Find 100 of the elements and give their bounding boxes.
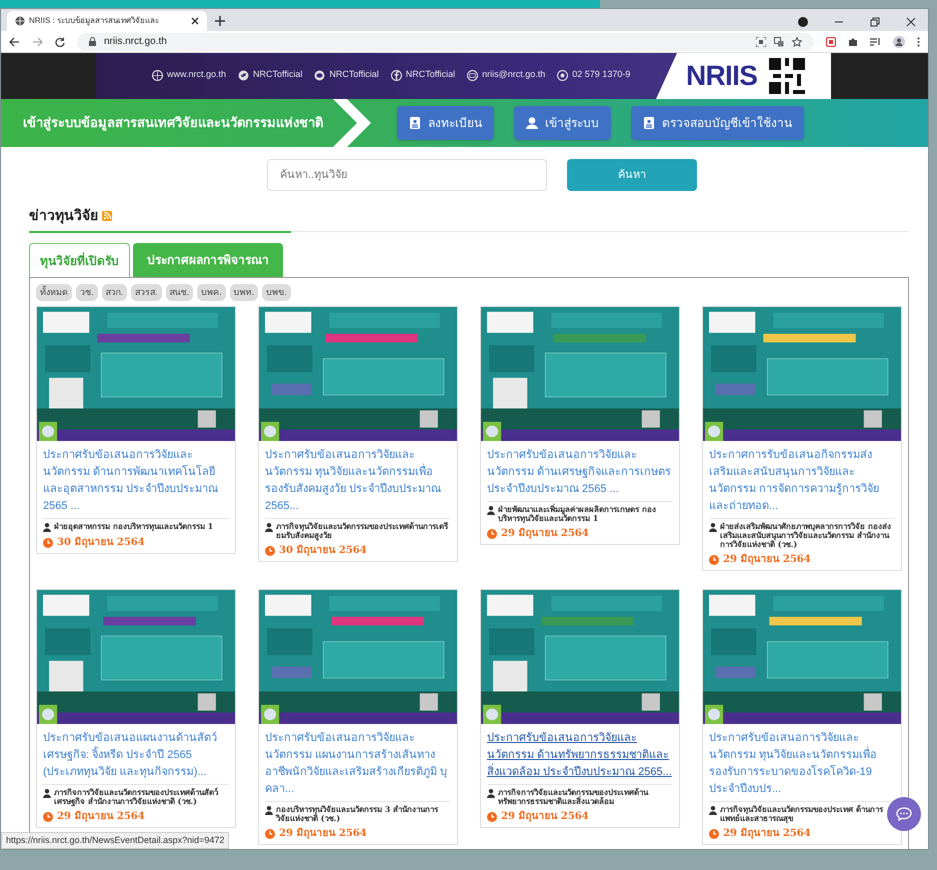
header-button[interactable]: ลงทะเบียน: [397, 106, 494, 140]
date-text: 29 มิถุนายน 2564: [723, 554, 811, 566]
mail-icon: [467, 70, 478, 80]
clock-icon: [43, 812, 53, 822]
id-card-icon: [643, 117, 655, 129]
close-window-icon[interactable]: [906, 17, 916, 27]
globe-icon: [152, 70, 163, 80]
news-title-link[interactable]: ประกาศรับข้อเสนอการวิจัยและนวัตกรรม ด้านเศรษฐกิจและการเกษตร ประจำปีงบประมาณ 2565 ...: [487, 447, 673, 498]
filter-chip[interactable]: บพค.: [197, 284, 226, 301]
news-card[interactable]: ประกาศรับข้อเสนอการวิจัยและนวัตกรรม ด้านการพัฒนาเทคโนโลยีและอุตสาหกรรม ประจำปีงบประมาณ 2565 ... ฝ่ายอุตสาหกรรม กองบริหารทุนและนวัตกรรม 1 30 มิถุนายน 2564: [36, 306, 236, 554]
organization-text: ภารกิจทุนวิจัยและนวัตกรรมของประเทศ ด้านการแพทย์และสาธารณสุข: [720, 805, 884, 823]
lock-icon: [89, 37, 96, 46]
filter-chip[interactable]: บพท.: [230, 284, 258, 301]
contact-text: 02 579 1370-9: [572, 68, 630, 82]
puzzle-icon[interactable]: [848, 36, 858, 46]
news-card[interactable]: ประกาศรับข้อเสนอการวิจัยและนวัตกรรม ทุนวิจัยและนวัตกรรมเพื่อรองรับสังคมสูงวัย ประจำปีงบประมาณ 2565... ภารกิจทุนวิจัยและนวัตกรรมของประเทศด้านการเตรียมรับสังคมสูงวัย 30 มิถุนายน 2564: [258, 306, 458, 562]
news-card[interactable]: ประกาศรับข้อเสนอการวิจัยและนวัตกรรม แผนงานการสร้างเส้นทางอาชีพนักวิจัยและเสริมสร้างเกียรติภูมิ บุคลา... กองบริหารทุนวิจัยและนวัตกรรม 3 สำนักงานการวิจัยแห่งชาติ (วช.) 29 มิถุนายน 2564: [258, 589, 458, 845]
news-title-link[interactable]: ประกาศรับข้อเสนอการวิจัยและนวัตกรรม ทุนวิจัยและนวัตกรรมเพื่อรองรับสังคมสูงวัย ประจำปีงบประมาณ 2565...: [265, 447, 451, 515]
profile-dot-icon[interactable]: [798, 17, 808, 27]
filter-chip[interactable]: สนช.: [166, 284, 194, 301]
status-url: https://nriis.nrct.go.th/NewsEventDetail.aspx?nid=9472: [1, 832, 230, 849]
news-title-link[interactable]: ประกาศการรับข้อเสนอกิจกรรมส่งเสริมและสนับสนุนการวิจัยและนวัตกรรม การจัดการความรู้การวิจัยและถ่ายทอด...: [709, 447, 895, 515]
bird-icon: [238, 70, 250, 80]
playlist-icon[interactable]: [870, 36, 881, 46]
translate-icon[interactable]: [774, 36, 784, 46]
star-icon[interactable]: [792, 36, 802, 46]
person-icon: [487, 506, 495, 515]
restore-icon[interactable]: [870, 17, 880, 27]
chevron-icon: [333, 99, 373, 147]
browser-tab[interactable]: NRIIS : ระบบข้อมูลสารสนเทศวิจัยและ: [7, 11, 207, 31]
close-icon[interactable]: [191, 17, 199, 25]
qr-code-icon: [769, 58, 806, 94]
contact-text: www.nrct.go.th: [167, 68, 226, 82]
person-icon: [43, 523, 51, 532]
shield-icon[interactable]: [826, 36, 836, 46]
filter-chip[interactable]: บพข.: [262, 284, 291, 301]
person-icon: [487, 789, 495, 798]
qr-scan-icon[interactable]: [756, 36, 766, 46]
contact-text: NRCTofficial: [329, 68, 379, 82]
date-text: 29 มิถุนายน 2564: [723, 828, 811, 840]
news-card[interactable]: [702, 306, 902, 571]
phone-icon: [557, 70, 568, 80]
news-title-link[interactable]: ประกาศรับข้อเสนอการวิจัยและนวัตกรรม ด้านทรัพยากรธรรมชาติและสิ่งแวดล้อม ประจำปีงบประมาณ 2565...: [487, 730, 673, 781]
chat-icon: [314, 70, 326, 80]
filter-chip[interactable]: สวรส.: [131, 284, 162, 301]
person-icon: [265, 523, 273, 532]
news-title-link[interactable]: ประกาศรับข้อเสนอการวิจัยและนวัตกรรม ทุนวิจัยและนวัตกรรมเพื่อรองรับการระบาดของโรคโควิด-19 ประจำปีงบปร...: [709, 730, 895, 798]
user-icon: [526, 117, 538, 129]
news-card[interactable]: ประกาศรับข้อเสนอการวิจัยและนวัตกรรม ด้านทรัพยากรธรรมชาติและสิ่งแวดล้อม ประจำปีงบประมาณ 2565... ภารกิจการวิจัยและนวัตกรรมของประเทศด้านทรัพยากรธรรมชาติและสิ่งแวดล้อม 29 มิถุนายน 2564: [480, 589, 680, 828]
filter-chip[interactable]: สวก.: [102, 284, 128, 301]
section-title: ข่าวทุนวิจัย: [29, 206, 98, 226]
menu-icon[interactable]: [917, 36, 920, 46]
organization-text: ภารกิจการวิจัยและนวัตกรรมของประเทศด้านทรัพยากรธรรมชาติและสิ่งแวดล้อม: [498, 788, 650, 806]
date-text: 30 มิถุนายน 2564: [57, 537, 145, 549]
url-text: nriis.nrct.go.th: [104, 35, 167, 49]
clock-icon: [709, 555, 719, 565]
chat-button[interactable]: [887, 797, 921, 831]
new-tab-icon[interactable]: [215, 16, 225, 26]
news-card[interactable]: ประกาศรับข้อเสนอการวิจัยและนวัตกรรม ทุนวิจัยและนวัตกรรมเพื่อรองรับการระบาดของโรคโควิด-19 ประจำปีงบปร... ภารกิจทุนวิจัยและนวัตกรรมของประเทศ ด้านการแพทย์และสาธารณสุข 29 มิถุนายน 2564: [702, 589, 902, 845]
chat-icon: [896, 807, 912, 821]
date-text: 29 มิถุนายน 2564: [279, 828, 367, 840]
news-card[interactable]: ประกาศรับข้อเสนอการวิจัยและนวัตกรรม ด้านเศรษฐกิจและการเกษตร ประจำปีงบประมาณ 2565 ... ฝ่ายพัฒนาและเพิ่มมูลค่าผลผลิตการเกษตร กองบริหารทุนวิจัยและนวัตกรรม 1 29 มิถุนายน 2564: [480, 306, 680, 545]
avatar-icon[interactable]: [893, 36, 905, 48]
filter-chip[interactable]: ทั้งหมด: [36, 284, 72, 301]
contact-text: NRCTofficial: [253, 68, 302, 82]
reload-icon[interactable]: [55, 36, 65, 46]
clock-icon: [43, 538, 53, 548]
clock-icon: [487, 812, 497, 822]
news-card[interactable]: ประกาศรับข้อเสนอแผนงานด้านสัตว์เศรษฐกิจ: จิ้งหรีด ประจำปี 2565 (ประเภททุนวิจัย และทุนกิจกรรม)... ภารกิจการวิจัยและนวัตกรรมของประเทศด้านสัตว์เศรษฐกิจ สำนักงานการวิจัยแห่งชาติ (วช.) 29 มิถุนายน 2564: [36, 589, 236, 828]
news-title-link[interactable]: ประกาศรับข้อเสนอการวิจัยและนวัตกรรม ด้านการพัฒนาเทคโนโลยีและอุตสาหกรรม ประจำปีงบประมาณ 2565 ...: [43, 447, 229, 515]
header-button[interactable]: เข้าสู่ระบบ: [514, 106, 611, 140]
address-bar[interactable]: nriis.nrct.go.th: [77, 32, 814, 50]
organization-text: กองบริหารทุนวิจัยและนวัตกรรม 3 สำนักงานการวิจัยแห่งชาติ (วช.): [276, 805, 440, 823]
news-title-link[interactable]: ประกาศรับข้อเสนอการวิจัยและนวัตกรรม แผนงานการสร้างเส้นทางอาชีพนักวิจัยและเสริมสร้างเกียรติภูมิ บุคลา...: [265, 730, 451, 798]
clock-icon: [487, 529, 497, 539]
organization-text: ฝ่ายส่งเสริมพัฒนาศักยภาพบุคลากรการวิจัย กองส่งเสริมและสนับสนุนการวิจัยและนวัตกรรม สำนักงานการวิจัยแห่งชาติ (วช.): [720, 522, 892, 549]
back-icon[interactable]: [9, 36, 20, 46]
site-title: เข้าสู่ระบบข้อมูลสารสนเทศวิจัยและนวัตกรรมแห่งชาติ: [23, 114, 324, 133]
person-icon: [709, 523, 717, 532]
organization-text: ฝ่ายพัฒนาและเพิ่มมูลค่าผลผลิตการเกษตร กองบริหารทุนวิจัยและนวัตกรรม 1: [498, 505, 657, 523]
organization-text: ฝ่ายอุตสาหกรรม กองบริหารทุนและนวัตกรรม 1: [54, 522, 214, 531]
globe-icon: [15, 16, 25, 26]
logo: NRIIS: [686, 59, 758, 93]
clock-icon: [709, 829, 719, 839]
filter-chip[interactable]: วช.: [76, 284, 98, 301]
contact-text: NRCTofficial: [406, 68, 456, 82]
news-title-link[interactable]: ประกาศรับข้อเสนอแผนงานด้านสัตว์เศรษฐกิจ: จิ้งหรีด ประจำปี 2565 (ประเภททุนวิจัย และทุนกิจกรรม)...: [43, 730, 229, 781]
person-icon: [43, 789, 51, 798]
id-card-icon: [409, 117, 421, 129]
organization-text: ภารกิจทุนวิจัยและนวัตกรรมของประเทศด้านการเตรียมรับสังคมสูงวัย: [276, 522, 450, 540]
date-text: 29 มิถุนายน 2564: [501, 528, 589, 540]
header-button[interactable]: ตรวจสอบบัญชีเข้าใช้งาน: [631, 106, 804, 140]
date-text: 29 มิถุนายน 2564: [501, 811, 589, 823]
person-icon: [265, 806, 273, 815]
person-icon: [709, 806, 717, 815]
search-field[interactable]: ค้นหา..ทุนวิจัย: [267, 159, 547, 191]
tab-title: NRIIS : ระบบข้อมูลสารสนเทศวิจัยและ: [29, 15, 160, 27]
organization-text: ภารกิจการวิจัยและนวัตกรรมของประเทศด้านสัตว์เศรษฐกิจ สำนักงานการวิจัยแห่งชาติ (วช.): [54, 788, 219, 806]
date-text: 29 มิถุนายน 2564: [57, 811, 145, 823]
contact-text: nriis@nrct.go.th: [482, 68, 546, 82]
